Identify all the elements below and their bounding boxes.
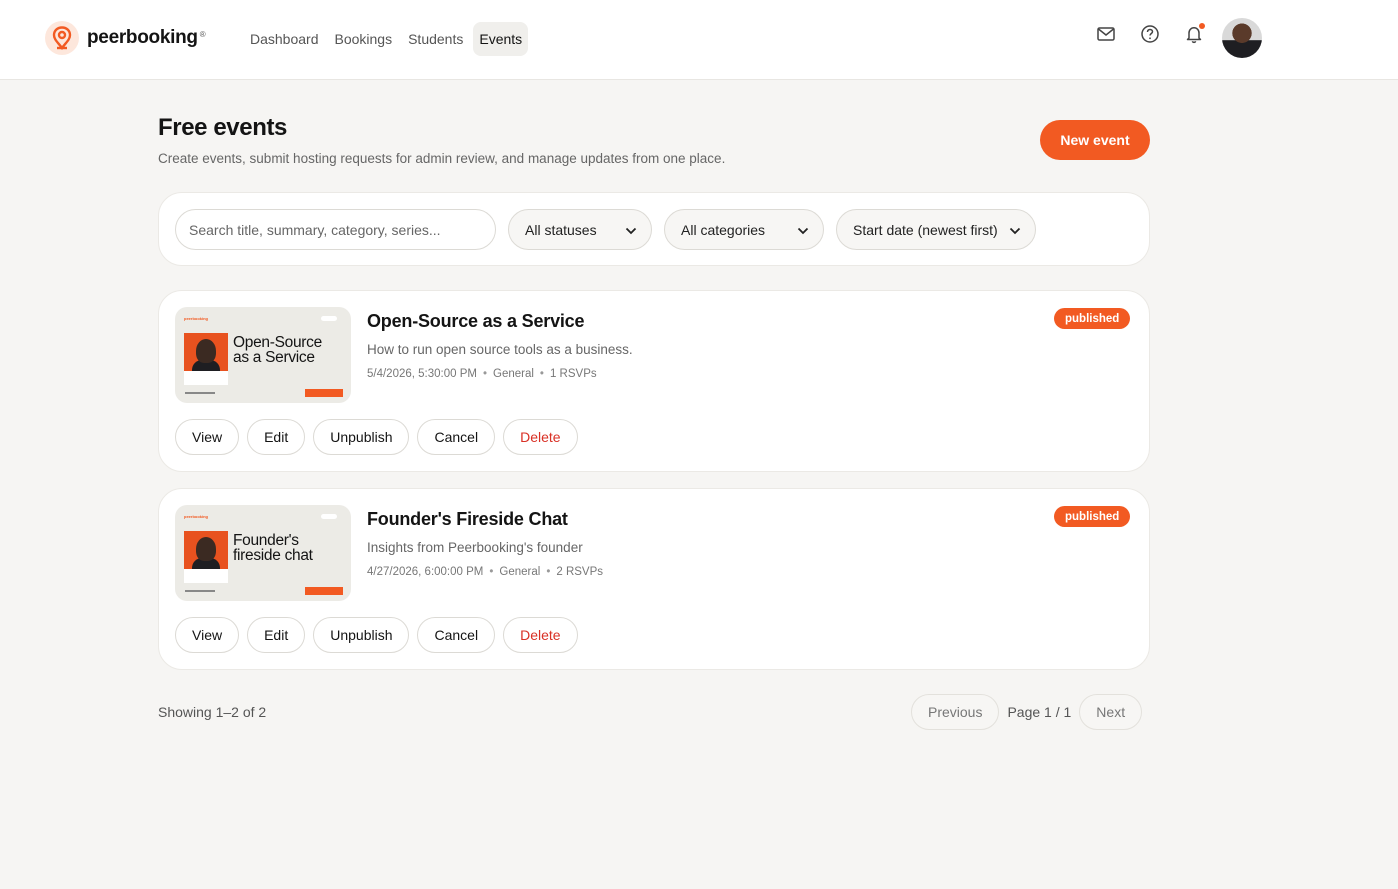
cancel-button[interactable]: Cancel [417,419,496,455]
status-filter-value: All statuses [525,221,597,238]
thumbnail-signature [185,590,215,592]
speaker-photo [184,333,228,371]
meta-separator: • [489,566,494,578]
thumbnail-title: Open-Source as a Service [233,334,322,366]
nav-item-dashboard[interactable]: Dashboard [244,22,325,56]
event-rsvps: 2 RSVPs [556,566,604,578]
view-button[interactable]: View [175,419,240,455]
help-icon[interactable] [1138,22,1162,46]
next-page-button[interactable]: Next [1079,694,1143,730]
event-actions: View Edit Unpublish Cancel Delete [175,617,578,653]
meta-separator: • [546,566,551,578]
view-button[interactable]: View [175,617,240,653]
category-filter-value: All categories [681,221,766,238]
chevron-down-icon [797,222,809,238]
chevron-down-icon [1009,222,1021,238]
status-badge: published [1054,506,1131,527]
speaker-photo [184,531,228,569]
event-title[interactable]: Founder's Fireside Chat [367,509,568,530]
nav-item-bookings[interactable]: Bookings [329,22,399,56]
event-actions: View Edit Unpublish Cancel Delete [175,419,578,455]
delete-button[interactable]: Delete [503,419,578,455]
event-card: peerbooking Open-Source as a Service Ope… [158,290,1150,472]
meta-separator: • [539,368,544,380]
filter-bar: All statuses All categories Start date (… [158,192,1150,266]
nav-item-students[interactable]: Students [402,22,469,56]
main-nav: Dashboard Bookings Students Events [244,22,529,56]
page-indicator: Page 1 / 1 [1007,704,1072,720]
speaker-card [184,371,228,385]
notification-dot [1199,23,1205,29]
event-thumbnail[interactable]: peerbooking Open-Source as a Service [175,307,351,403]
event-rsvps: 1 RSVPs [549,368,597,380]
category-filter-select[interactable]: All categories [664,209,824,250]
event-summary: How to run open source tools as a busine… [367,342,633,357]
sort-select[interactable]: Start date (newest first) [836,209,1036,250]
delete-button[interactable]: Delete [503,617,578,653]
previous-page-button[interactable]: Previous [911,694,1000,730]
new-event-button[interactable]: New event [1040,120,1150,160]
status-badge: published [1054,308,1131,329]
event-category: General [493,368,534,380]
nav-item-events[interactable]: Events [473,22,529,56]
pagination: Previous Page 1 / 1 Next [911,694,1143,730]
unpublish-button[interactable]: Unpublish [313,617,410,653]
event-meta: 4/27/2026, 6:00:00 PM • General • 2 RSVP… [367,566,603,578]
chevron-down-icon [625,222,637,238]
unpublish-button[interactable]: Unpublish [313,419,410,455]
thumbnail-brand-mark: peerbooking [184,514,209,519]
bell-icon[interactable] [1182,22,1206,46]
mail-icon[interactable] [1094,22,1118,46]
status-filter-select[interactable]: All statuses [508,209,652,250]
search-input[interactable] [175,209,496,250]
event-card: peerbooking Founder's fireside chat Foun… [158,488,1150,670]
speaker-card [184,569,228,583]
thumbnail-pill [321,514,337,519]
thumbnail-pill [321,316,337,321]
brand-logo[interactable]: peerbooking ® [45,21,206,55]
user-avatar[interactable] [1222,18,1262,58]
event-meta: 5/4/2026, 5:30:00 PM • General • 1 RSVPs [367,368,597,380]
thumbnail-cta [305,389,343,397]
edit-button[interactable]: Edit [247,617,306,653]
thumbnail-cta [305,587,343,595]
event-datetime: 5/4/2026, 5:30:00 PM [367,368,477,380]
thumbnail-signature [185,392,215,394]
brand-name: peerbooking [87,27,198,48]
top-navigation-bar: peerbooking ® Dashboard Bookings Student… [0,0,1398,80]
sort-value: Start date (newest first) [853,221,998,238]
event-summary: Insights from Peerbooking's founder [367,540,583,555]
event-category: General [499,566,541,578]
thumbnail-brand-mark: peerbooking [184,316,209,321]
brand-registered-mark: ® [199,29,206,39]
cancel-button[interactable]: Cancel [417,617,496,653]
header-actions [1094,22,1206,46]
edit-button[interactable]: Edit [247,419,306,455]
event-title[interactable]: Open-Source as a Service [367,311,585,332]
peerbooking-logo-icon [45,21,79,55]
page-subtitle: Create events, submit hosting requests f… [158,151,726,166]
meta-separator: • [482,368,487,380]
event-datetime: 4/27/2026, 6:00:00 PM [367,566,484,578]
results-count: Showing 1–2 of 2 [158,704,267,720]
page-title: Free events [158,114,288,141]
thumbnail-title: Founder's fireside chat [233,532,313,564]
event-thumbnail[interactable]: peerbooking Founder's fireside chat [175,505,351,601]
